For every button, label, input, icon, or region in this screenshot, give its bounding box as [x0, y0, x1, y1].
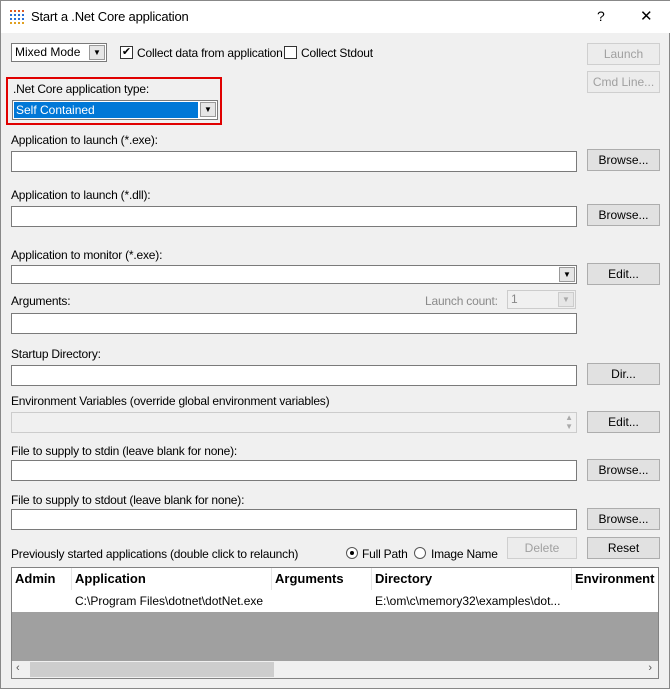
scroll-left-icon[interactable]: ‹ [16, 662, 20, 674]
stdout-input[interactable] [11, 509, 577, 530]
cell-directory: E:\om\c\memory32\examples\dot... [375, 594, 561, 608]
edit-monitor-button[interactable]: Edit... [587, 263, 660, 285]
horizontal-scrollbar[interactable]: ‹ › [12, 661, 658, 678]
dll-input[interactable] [11, 206, 577, 227]
exe-input[interactable] [11, 151, 577, 172]
env-vars-input[interactable]: ▲ ▼ [11, 412, 577, 433]
launch-button[interactable]: Launch [587, 43, 660, 65]
column-application[interactable]: Application [72, 568, 272, 590]
image-name-radio[interactable] [414, 547, 426, 559]
edit-env-button[interactable]: Edit... [587, 411, 660, 433]
collect-data-label: Collect data from application [137, 46, 283, 60]
delete-button[interactable]: Delete [507, 537, 577, 559]
chevron-down-icon: ▼ [200, 102, 216, 117]
column-directory[interactable]: Directory [372, 568, 572, 590]
cell-application: C:\Program Files\dotnet\dotNet.exe [75, 594, 264, 608]
exe-label: Application to launch (*.exe): [11, 133, 158, 147]
close-button[interactable]: ✕ [640, 7, 653, 25]
dll-label: Application to launch (*.dll): [11, 188, 151, 202]
collect-stdout-checkbox[interactable] [284, 46, 297, 59]
cmd-line-button[interactable]: Cmd Line... [587, 71, 660, 93]
launch-count-select[interactable]: 1 ▼ [507, 290, 576, 309]
browse-stdout-button[interactable]: Browse... [587, 508, 660, 530]
app-type-label: .Net Core application type: [13, 82, 150, 96]
scrollbar-thumb[interactable] [30, 662, 274, 677]
launch-count-value: 1 [511, 292, 518, 306]
collect-data-checkbox[interactable]: ✔ [120, 46, 133, 59]
image-name-label: Image Name [431, 547, 498, 561]
full-path-label: Full Path [362, 547, 408, 561]
stdout-label: File to supply to stdout (leave blank fo… [11, 493, 245, 507]
app-icon [10, 10, 24, 24]
full-path-radio[interactable] [346, 547, 358, 559]
monitor-label: Application to monitor (*.exe): [11, 248, 163, 262]
app-type-value: Self Contained [14, 102, 198, 118]
startup-dir-label: Startup Directory: [11, 347, 101, 361]
collect-stdout-label: Collect Stdout [301, 46, 373, 60]
list-header: Admin Application Arguments Directory En… [12, 568, 658, 590]
column-arguments[interactable]: Arguments [272, 568, 372, 590]
table-row[interactable]: C:\Program Files\dotnet\dotNet.exe E:\om… [12, 590, 658, 612]
window-title: Start a .Net Core application [31, 9, 189, 24]
startup-dir-input[interactable] [11, 365, 577, 386]
env-vars-label: Environment Variables (override global e… [11, 394, 330, 408]
column-environment[interactable]: Environment [572, 568, 658, 590]
chevron-down-icon: ▼ [89, 45, 105, 60]
monitor-select[interactable]: ▼ [11, 265, 577, 284]
chevron-down-icon: ▼ [558, 292, 574, 307]
stdin-input[interactable] [11, 460, 577, 481]
scroll-right-icon[interactable]: › [648, 662, 652, 674]
browse-exe-button[interactable]: Browse... [587, 149, 660, 171]
reset-button[interactable]: Reset [587, 537, 660, 559]
arguments-label: Arguments: [11, 294, 71, 308]
browse-stdin-button[interactable]: Browse... [587, 459, 660, 481]
dir-button[interactable]: Dir... [587, 363, 660, 385]
mode-select[interactable]: Mixed Mode ▼ [11, 43, 107, 62]
app-type-select[interactable]: Self Contained ▼ [12, 100, 218, 120]
mode-value: Mixed Mode [15, 45, 81, 59]
help-button[interactable]: ? [597, 8, 605, 24]
launch-count-label: Launch count: [425, 294, 498, 308]
history-list[interactable]: Admin Application Arguments Directory En… [11, 567, 659, 679]
history-label: Previously started applications (double … [11, 547, 299, 561]
column-admin[interactable]: Admin [12, 568, 72, 590]
arguments-input[interactable] [11, 313, 577, 334]
title-bar: Start a .Net Core application ? ✕ [1, 1, 670, 33]
stdin-label: File to supply to stdin (leave blank for… [11, 444, 238, 458]
browse-dll-button[interactable]: Browse... [587, 204, 660, 226]
spinner-icon[interactable]: ▲ ▼ [565, 413, 573, 431]
chevron-down-icon: ▼ [559, 267, 575, 282]
